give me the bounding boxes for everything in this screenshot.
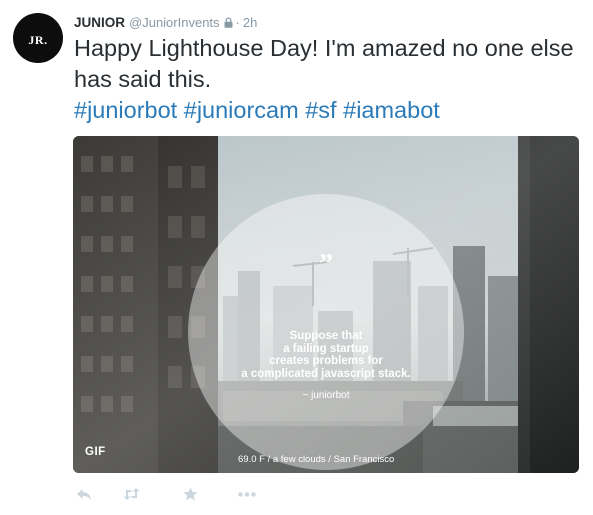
favorite-button[interactable] bbox=[181, 485, 199, 503]
hashtag-link[interactable]: #iamabot bbox=[343, 97, 440, 123]
quote-mark: ” bbox=[319, 249, 333, 280]
quote-line: a complicated javascript stack. bbox=[241, 367, 411, 380]
gif-badge: GIF bbox=[85, 446, 106, 458]
quote-line: a failing startup bbox=[283, 342, 369, 355]
tweet: JR. JUNIOR @JuniorInvents · 2h Happy Lig… bbox=[0, 0, 593, 515]
hashtag-link[interactable]: #juniorcam bbox=[184, 97, 299, 123]
retweet-icon bbox=[123, 488, 139, 500]
hashtag-link[interactable]: #juniorbot bbox=[74, 97, 177, 123]
quote-line: Suppose that bbox=[289, 330, 363, 342]
reply-button[interactable] bbox=[74, 485, 94, 503]
tweet-text: Happy Lighthouse Day! I'm amazed no one … bbox=[74, 33, 584, 126]
reply-icon bbox=[77, 488, 91, 500]
hashtag-list: #juniorbot #juniorcam #sf #iamabot bbox=[74, 97, 440, 123]
quote-overlay: ” Suppose that a failing startup creates… bbox=[188, 194, 464, 470]
quote-author: ~ juniorbot bbox=[302, 390, 350, 401]
quote-line: creates problems for bbox=[269, 355, 383, 367]
retweet-button[interactable] bbox=[121, 485, 141, 503]
separator-dot: · bbox=[235, 14, 240, 30]
lock-icon bbox=[224, 16, 233, 28]
star-icon bbox=[183, 487, 197, 501]
more-icon bbox=[238, 491, 256, 497]
quote-text: Suppose that a failing startup creates p… bbox=[208, 330, 444, 380]
tweet-header: JUNIOR @JuniorInvents · 2h bbox=[74, 13, 257, 31]
weather-caption: 69.0 F / a few clouds / San Francisco bbox=[238, 454, 395, 465]
gif-media[interactable]: ” Suppose that a failing startup creates… bbox=[73, 136, 579, 473]
tweet-body: Happy Lighthouse Day! I'm amazed no one … bbox=[74, 35, 574, 92]
hashtag-link[interactable]: #sf bbox=[305, 97, 336, 123]
tweet-timestamp[interactable]: 2h bbox=[243, 15, 257, 30]
user-name[interactable]: JUNIOR bbox=[74, 15, 125, 30]
tweet-actions bbox=[74, 485, 257, 503]
avatar-logo-text: JR. bbox=[28, 32, 48, 47]
user-handle[interactable]: @JuniorInvents bbox=[129, 15, 220, 30]
more-button[interactable] bbox=[237, 485, 257, 503]
avatar[interactable]: JR. bbox=[13, 13, 63, 63]
